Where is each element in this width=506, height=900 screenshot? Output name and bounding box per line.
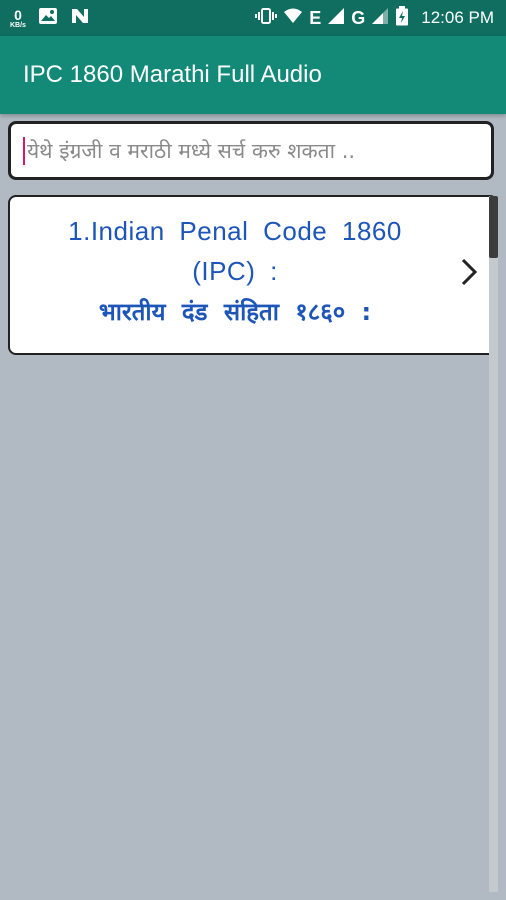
battery-icon — [395, 5, 409, 31]
list-item-text: 1.Indian Penal Code 1860 (IPC) : भारतीय … — [30, 211, 440, 331]
status-right: E G 12:06 PM — [255, 5, 506, 31]
signal-icon-2 — [371, 7, 389, 30]
wifi-icon — [283, 7, 303, 30]
chevron-right-icon[interactable] — [458, 252, 482, 292]
network-type-e: E — [309, 7, 322, 28]
scrollbar-thumb[interactable] — [489, 196, 498, 258]
network-speed: 0 KB/s — [10, 8, 26, 29]
list-item-subtitle: भारतीय दंड संहिता १८६० : — [98, 297, 372, 326]
image-icon — [38, 7, 58, 30]
network-speed-unit: KB/s — [10, 21, 26, 29]
list-item[interactable]: 1.Indian Penal Code 1860 (IPC) : भारतीय … — [8, 195, 498, 355]
search-box[interactable] — [8, 121, 494, 180]
list-item-title: 1.Indian Penal Code 1860 (IPC) : — [68, 216, 402, 287]
vibrate-icon — [255, 7, 278, 30]
app-bar: IPC 1860 Marathi Full Audio — [0, 36, 506, 114]
network-speed-value: 0 — [14, 6, 22, 23]
status-time: 12:06 PM — [421, 8, 494, 27]
status-bar: 0 KB/s E G 12:06 PM — [0, 0, 506, 36]
app-title: IPC 1860 Marathi Full Audio — [23, 61, 322, 88]
n-icon — [70, 7, 90, 30]
network-type-g: G — [351, 7, 366, 28]
scrollbar-track[interactable] — [489, 196, 498, 892]
search-input[interactable] — [25, 138, 467, 163]
status-left: 0 KB/s — [0, 7, 90, 30]
signal-icon — [327, 7, 345, 30]
